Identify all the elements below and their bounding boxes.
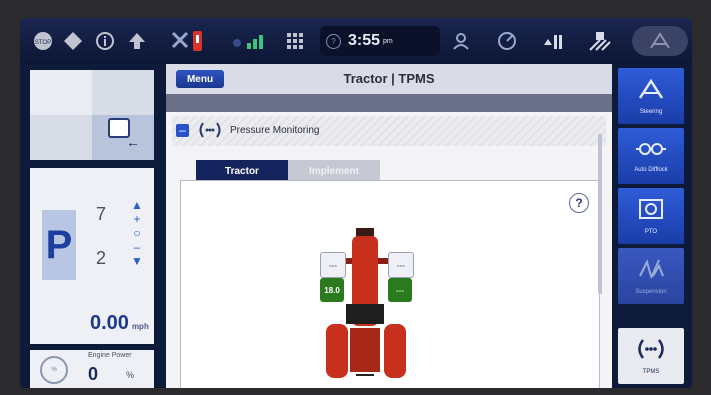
gear-lower-value: 2 xyxy=(96,248,107,268)
diamond-arrows-icon[interactable] xyxy=(60,26,86,56)
left-status-panel: ← P 7 2 ▲ + ○ – ▼ 0.00 mph % Engine Power 0 % xyxy=(20,64,158,388)
steering-icon xyxy=(650,32,670,49)
tire-rear-left[interactable]: 18.0 xyxy=(320,278,344,302)
tab-tractor[interactable]: Tractor xyxy=(196,160,288,182)
tire-front-right[interactable]: --- xyxy=(388,252,414,278)
transmission-widget[interactable]: P 7 2 ▲ + ○ – ▼ 0.00 mph xyxy=(30,168,154,344)
signal-icon xyxy=(230,26,270,56)
operator-icon[interactable] xyxy=(448,26,474,56)
rear-right-wheel xyxy=(384,324,406,378)
shift-range-icon: ▲ + ○ – ▼ xyxy=(131,198,143,268)
pto-button[interactable]: PTO xyxy=(618,188,684,244)
info-icon[interactable] xyxy=(92,26,118,56)
tractor-cab xyxy=(346,304,384,324)
dialog-title-bar: Menu Tractor | TPMS xyxy=(166,64,612,94)
collapse-icon[interactable]: – xyxy=(176,124,189,137)
engine-power-unit: % xyxy=(126,370,135,380)
hitch-icon xyxy=(356,374,374,386)
tab-implement[interactable]: Implement xyxy=(288,160,380,182)
implement-icon[interactable] xyxy=(586,26,614,56)
steering-toggle-button[interactable] xyxy=(632,26,688,56)
rear-housing xyxy=(350,328,380,372)
steering-icon xyxy=(638,78,664,105)
mini-map-widget[interactable]: ← xyxy=(30,70,154,160)
tpms-dialog: Menu Tractor | TPMS – Pressure Monitorin… xyxy=(166,64,612,388)
engine-power-widget[interactable]: % Engine Power 0 % xyxy=(30,350,154,388)
difflock-icon xyxy=(635,140,667,163)
signal-bars-icon[interactable] xyxy=(540,26,568,56)
top-status-bar: STOP ? 3:55 pm xyxy=(20,18,692,64)
gear-upper-value: 7 xyxy=(96,204,107,224)
steering-button[interactable]: Steering xyxy=(618,68,684,124)
rear-left-wheel xyxy=(326,324,348,378)
tpms-icon xyxy=(635,338,667,365)
clock-display[interactable]: ? 3:55 pm xyxy=(320,26,440,56)
suspension-icon xyxy=(637,258,665,285)
tire-front-left[interactable]: --- xyxy=(320,252,346,278)
suspension-button[interactable]: Suspension xyxy=(618,248,684,304)
gauge-icon[interactable] xyxy=(494,26,520,56)
tractor-diagram: --- --- 18.0 --- xyxy=(316,228,416,388)
pto-label: PTO xyxy=(644,228,658,235)
up-arrow-icon[interactable] xyxy=(124,26,150,56)
stop-icon[interactable]: STOP xyxy=(30,26,56,56)
auto-difflock-button[interactable]: Auto Difflock xyxy=(618,128,684,184)
right-function-panel: Steering Auto Difflock PTO Suspension TP… xyxy=(614,64,692,388)
pressure-monitoring-section[interactable]: – Pressure Monitoring xyxy=(172,116,606,146)
tpms-label: TPMS xyxy=(642,368,660,375)
speed-unit: mph xyxy=(131,322,149,331)
svg-text:STOP: STOP xyxy=(35,40,51,46)
dialog-title: Tractor | TPMS xyxy=(343,71,435,86)
clock-time: 3:55 xyxy=(348,32,381,49)
clock-ampm: pm xyxy=(383,37,393,45)
speed-value: 0.00 xyxy=(90,312,129,334)
help-icon[interactable]: ? xyxy=(569,193,589,213)
satellite-warning-icon[interactable] xyxy=(168,26,208,56)
steering-label: Steering xyxy=(639,108,663,115)
section-label: Pressure Monitoring xyxy=(230,125,320,136)
dialog-header-strip xyxy=(166,94,612,112)
engine-power-value: 0 xyxy=(88,364,99,384)
vertical-scrollbar[interactable] xyxy=(598,134,602,294)
gear-indicator: P xyxy=(42,210,76,280)
engine-power-gauge-icon: % xyxy=(40,356,68,384)
suspension-label: Suspension xyxy=(635,288,667,295)
left-arrow-icon: ← xyxy=(126,134,140,150)
tab-bar: Tractor Implement xyxy=(196,160,380,182)
difflock-label: Auto Difflock xyxy=(634,166,668,173)
mini-map-cell xyxy=(30,70,92,115)
tire-rear-right[interactable]: --- xyxy=(388,278,412,302)
grid-icon[interactable] xyxy=(282,26,308,56)
display-screen: STOP ? 3:55 pm ← P 7 2 ▲ + ○ – ▼ 0.00 mp… xyxy=(20,18,692,388)
pto-icon xyxy=(637,198,665,225)
clock-icon: ? xyxy=(326,34,341,49)
engine-power-label: Engine Power xyxy=(88,352,132,359)
ground-speed: 0.00 mph xyxy=(90,312,149,335)
tpms-icon xyxy=(196,120,224,140)
tpms-button[interactable]: TPMS xyxy=(618,328,684,384)
